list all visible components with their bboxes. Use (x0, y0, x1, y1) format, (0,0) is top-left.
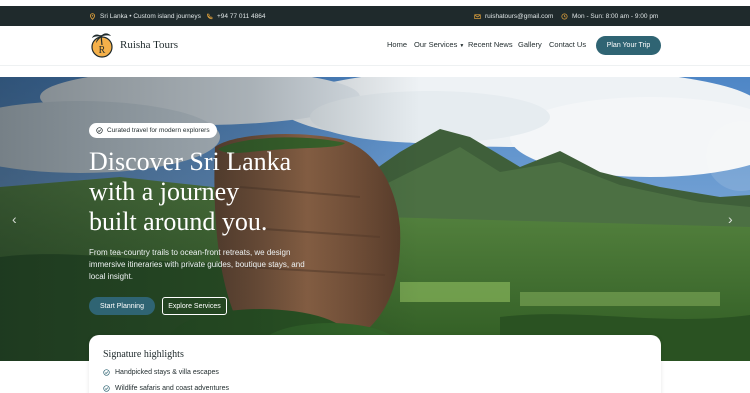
logo-letter: R (99, 45, 106, 56)
nav-our-services[interactable]: Our Services ▼ (414, 40, 464, 49)
nav-recent-news[interactable]: Recent News (468, 40, 513, 49)
topbar-location-text: Sri Lanka • Custom island journeys (100, 12, 201, 20)
hero-headline-line-2: with a journey (89, 177, 240, 206)
hero-headline-line-1: Discover Sri Lanka (89, 147, 292, 176)
carousel-prev-arrow[interactable]: ‹ (12, 211, 17, 227)
chevron-down-icon: ▼ (459, 43, 465, 49)
highlight-item: Wildlife safaris and coast adventures (103, 385, 229, 392)
hero-tagline-badge: Curated travel for modern explorers (89, 123, 217, 138)
hero-tagline-text: Curated travel for modern explorers (107, 127, 210, 134)
signature-highlights-card: Signature highlights Handpicked stays & … (89, 335, 661, 393)
highlights-title: Signature highlights (103, 349, 184, 360)
plan-your-trip-button[interactable]: Plan Your Trip (596, 36, 661, 55)
highlight-item-text: Wildlife safaris and coast adventures (115, 385, 229, 392)
topbar-phone-text: +94 77 011 4864 (217, 12, 266, 20)
start-planning-button[interactable]: Start Planning (89, 297, 155, 315)
top-info-bar: Sri Lanka • Custom island journeys +94 7… (0, 6, 750, 26)
brand-name[interactable]: Ruisha Tours (120, 39, 178, 51)
highlight-item-text: Handpicked stays & villa escapes (115, 369, 219, 376)
topbar-phone[interactable]: +94 77 011 4864 (206, 6, 266, 26)
nav-gallery[interactable]: Gallery (518, 40, 542, 49)
nav-home[interactable]: Home (387, 40, 407, 49)
mail-icon (474, 13, 481, 19)
header-spacer (0, 67, 750, 77)
map-pin-icon (89, 12, 96, 20)
explore-services-button[interactable]: Explore Services (162, 297, 227, 315)
highlight-item: Handpicked stays & villa escapes (103, 369, 219, 376)
check-circle-icon (103, 385, 110, 392)
topbar-email-text: ruishatours@gmail.com (485, 12, 554, 20)
check-circle-icon (96, 127, 103, 134)
main-navbar: R Ruisha Tours Home Our Services ▼ Recent… (0, 26, 750, 66)
clock-icon (561, 12, 568, 20)
hero-headline: Discover Sri Lanka with a journey built … (89, 147, 349, 237)
topbar-hours: Mon - Sun: 8:00 am - 9:00 pm (561, 6, 658, 26)
hero-intro-text: From tea-country trails to ocean-front r… (89, 248, 305, 281)
topbar-hours-text: Mon - Sun: 8:00 am - 9:00 pm (572, 12, 659, 20)
hero-banner: Curated travel for modern explorers Disc… (0, 77, 750, 361)
ruisha-logo[interactable]: R (89, 31, 115, 59)
carousel-next-arrow[interactable]: › (728, 211, 733, 227)
topbar-email[interactable]: ruishatours@gmail.com (474, 6, 553, 26)
check-circle-icon (103, 369, 110, 376)
hero-headline-line-3: built around you. (89, 207, 268, 236)
topbar-location: Sri Lanka • Custom island journeys (89, 6, 201, 26)
phone-icon (207, 13, 213, 19)
nav-our-services-label: Our Services (414, 40, 458, 49)
nav-contact-us[interactable]: Contact Us (549, 40, 586, 49)
